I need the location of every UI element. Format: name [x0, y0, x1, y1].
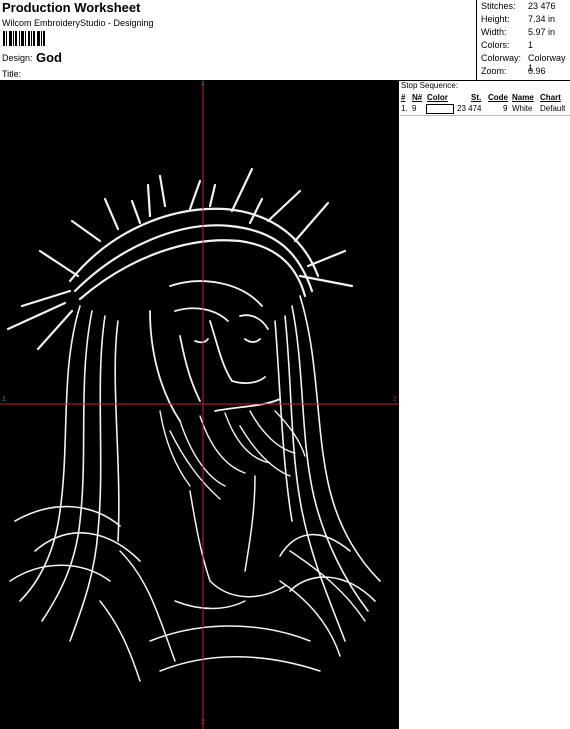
- stat-label: Height:: [481, 14, 510, 24]
- col-header-code: Code: [488, 93, 508, 102]
- stat-zoom: Zoom: 0.96: [481, 66, 570, 78]
- face-lines: [149, 280, 281, 422]
- row-needle: 9: [412, 104, 417, 113]
- worksheet-title: Production Worksheet: [2, 0, 141, 15]
- software-subtitle: Wilcom EmbroideryStudio - Designing: [2, 18, 154, 28]
- marker-bottom: 2: [201, 719, 205, 726]
- stat-colors: Colors: 1: [481, 40, 570, 52]
- stat-value: 5.97 in: [528, 27, 556, 37]
- stat-label: Zoom:: [481, 66, 507, 76]
- stat-label: Width:: [481, 27, 507, 37]
- stop-sequence-heading: Stop Sequence:: [401, 81, 458, 90]
- stat-label: Stitches:: [481, 1, 516, 11]
- stat-value: 0.96: [528, 66, 546, 76]
- stat-width: Width: 5.97 in: [481, 27, 570, 39]
- stat-label: Colors:: [481, 40, 510, 50]
- crown-of-thorns: [6, 167, 354, 351]
- row-chart: Default: [540, 104, 566, 113]
- worksheet-header: Production Worksheet Wilcom EmbroiderySt…: [0, 0, 570, 81]
- stat-height: Height: 7.34 in: [481, 14, 570, 26]
- col-header-color: Color: [427, 93, 448, 102]
- barcode-icon: [3, 31, 49, 46]
- table-divider: [400, 115, 570, 116]
- row-num: 1.: [401, 104, 408, 113]
- col-header-num: #: [401, 93, 406, 102]
- color-swatch: [426, 104, 454, 114]
- stat-value: 23 476: [528, 1, 556, 11]
- stat-colorway: Colorway: Colorway 1: [481, 53, 570, 73]
- design-preview-canvas: 1 2 1 2: [0, 81, 399, 729]
- col-header-chart: Chart: [540, 93, 561, 102]
- marker-top: 1: [201, 81, 205, 87]
- beard-lines: [159, 410, 306, 500]
- row-stitches: 23 474: [457, 104, 482, 113]
- stat-value: 1: [528, 40, 534, 50]
- marker-right: 2: [393, 396, 397, 403]
- marker-left: 1: [2, 396, 6, 403]
- row-code: 9: [503, 104, 508, 113]
- col-header-stitches: St.: [471, 93, 482, 102]
- robe-lines: [99, 475, 366, 682]
- design-label: Design:: [2, 53, 33, 63]
- stat-value: 7.34 in: [528, 14, 556, 24]
- design-name: God: [36, 50, 62, 65]
- portrait-illustration: [6, 167, 381, 682]
- stat-label: Colorway:: [481, 53, 522, 63]
- row-name: White: [512, 104, 533, 113]
- embroidery-artwork: [0, 81, 399, 729]
- design-stats: Stitches: 23 476 Height: 7.34 in Width: …: [476, 0, 570, 80]
- col-header-needle: N#: [412, 93, 423, 102]
- col-header-name: Name: [512, 93, 534, 102]
- hair-strands: [9, 295, 381, 642]
- stat-stitches: Stitches: 23 476: [481, 1, 570, 13]
- title-label: Title:: [2, 69, 22, 79]
